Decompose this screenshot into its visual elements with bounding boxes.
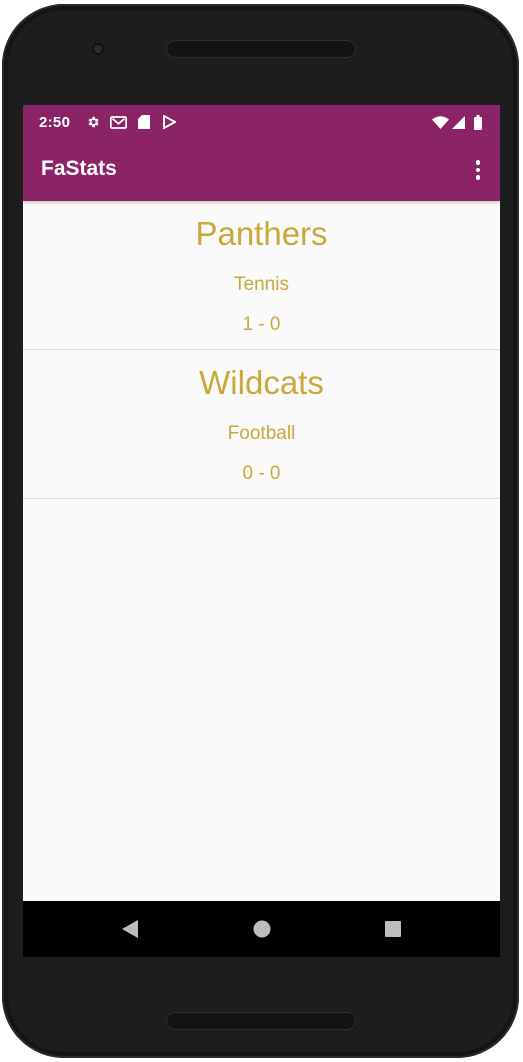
home-button[interactable] — [250, 917, 274, 941]
team-name: Panthers — [195, 215, 328, 252]
team-sport: Tennis — [234, 274, 289, 295]
team-record: 1 - 0 — [242, 314, 281, 335]
team-list: Panthers Tennis 1 - 0 Wildcats Football … — [23, 201, 500, 499]
team-name: Wildcats — [199, 364, 324, 401]
play-store-icon — [161, 114, 177, 130]
more-vert-icon-dot — [475, 175, 481, 180]
phone-frame: 2:50 FaStats Panthers Tennis 1 - 0 Wildc… — [2, 4, 519, 1058]
team-sport: Football — [227, 423, 296, 444]
status-time: 2:50 — [39, 114, 71, 131]
earpiece-speaker — [166, 40, 356, 58]
sd-card-icon — [137, 114, 151, 130]
gmail-icon — [109, 114, 127, 130]
app-bar: FaStats — [23, 139, 500, 201]
navigation-bar — [23, 901, 500, 957]
signal-icon — [451, 114, 465, 130]
team-list-item-wildcats[interactable]: Wildcats Football 0 - 0 — [23, 350, 500, 499]
front-camera — [92, 43, 104, 55]
back-button[interactable] — [118, 917, 142, 941]
team-list-item-panthers[interactable]: Panthers Tennis 1 - 0 — [23, 201, 500, 350]
more-options-button[interactable] — [466, 155, 490, 185]
bottom-speaker — [166, 1012, 356, 1030]
recents-button[interactable] — [381, 917, 405, 941]
back-icon — [122, 920, 138, 938]
app-screen: 2:50 FaStats Panthers Tennis 1 - 0 Wildc… — [23, 105, 500, 957]
more-vert-icon-dot — [475, 167, 481, 173]
more-vert-icon — [475, 160, 481, 165]
app-title: FaStats — [41, 157, 117, 180]
battery-icon — [473, 114, 483, 130]
settings-icon — [85, 114, 101, 130]
recents-icon — [385, 921, 401, 937]
wifi-icon — [431, 114, 449, 130]
status-bar: 2:50 — [23, 105, 500, 139]
team-record: 0 - 0 — [242, 463, 281, 484]
home-icon — [253, 920, 271, 938]
